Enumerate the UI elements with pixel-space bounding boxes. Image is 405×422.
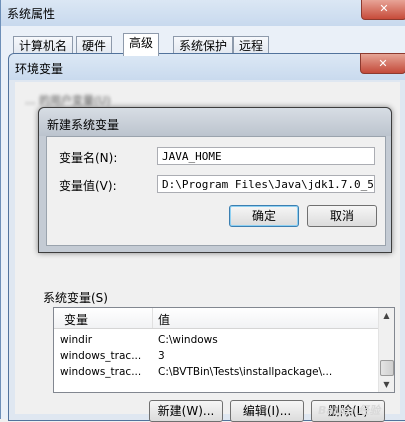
variable-name: windir bbox=[60, 334, 93, 346]
system-variables-label: 系统变量(S) bbox=[43, 291, 108, 305]
new-system-variable-body: 变量名(N): JAVA_HOME 变量值(V): D:\Program Fil… bbox=[46, 136, 386, 246]
column-header-value[interactable]: 值 bbox=[158, 311, 170, 328]
close-icon[interactable]: ✕ bbox=[361, 0, 405, 20]
column-header-variable[interactable]: 变量 bbox=[64, 311, 88, 328]
new-system-variable-titlebar: 新建系统变量 bbox=[39, 108, 391, 136]
system-properties-titlebar: 系统属性 ✕ bbox=[1, 0, 405, 26]
variable-name: windows_trac... bbox=[60, 366, 142, 378]
variable-value: 3 bbox=[158, 350, 165, 362]
tab-advanced[interactable]: 高级 bbox=[123, 33, 160, 56]
column-separator[interactable] bbox=[152, 308, 153, 328]
list-item[interactable]: windir C:\windows bbox=[54, 334, 379, 349]
system-properties-title: 系统属性 bbox=[7, 7, 56, 21]
variable-name-label: 变量名(N): bbox=[59, 151, 118, 165]
close-icon[interactable]: ✕ bbox=[360, 53, 405, 74]
ok-button[interactable]: 确定 bbox=[229, 205, 299, 227]
system-variables-list[interactable]: 变量 值 windir C:\windows windows_trac... 3… bbox=[53, 307, 395, 393]
list-item[interactable]: windows_trac... C:\BVTBin\Tests\installp… bbox=[54, 366, 379, 381]
environment-variables-titlebar: 环境变量 ✕ bbox=[9, 53, 405, 80]
variable-value-field[interactable]: D:\Program Files\Java\jdk1.7.0_51 bbox=[157, 175, 375, 193]
variable-value-label: 变量值(V): bbox=[59, 179, 117, 193]
list-item[interactable]: windows_trac... 3 bbox=[54, 350, 379, 365]
user-variables-label: ... 的用户变量(U) bbox=[25, 94, 111, 107]
vertical-scrollbar[interactable]: ▲ ▼ bbox=[378, 308, 394, 392]
variable-value: C:\windows bbox=[158, 334, 218, 346]
variable-name-field[interactable]: JAVA_HOME bbox=[157, 147, 375, 165]
variable-value: C:\BVTBin\Tests\installpackage\... bbox=[158, 366, 333, 378]
list-header: 变量 值 bbox=[54, 308, 379, 329]
cancel-button[interactable]: 取消 bbox=[307, 205, 377, 227]
scroll-thumb[interactable] bbox=[380, 360, 394, 376]
watermark-logo: Baiдu 经验 bbox=[318, 404, 381, 417]
new-system-variable-title: 新建系统变量 bbox=[47, 118, 120, 132]
scroll-up-icon[interactable]: ▲ bbox=[379, 308, 394, 323]
variable-name: windows_trac... bbox=[60, 350, 142, 362]
scroll-down-icon[interactable]: ▼ bbox=[379, 377, 394, 392]
new-system-variable-dialog: 新建系统变量 变量名(N): JAVA_HOME 变量值(V): D:\Prog… bbox=[38, 107, 392, 253]
environment-variables-title: 环境变量 bbox=[15, 62, 64, 76]
